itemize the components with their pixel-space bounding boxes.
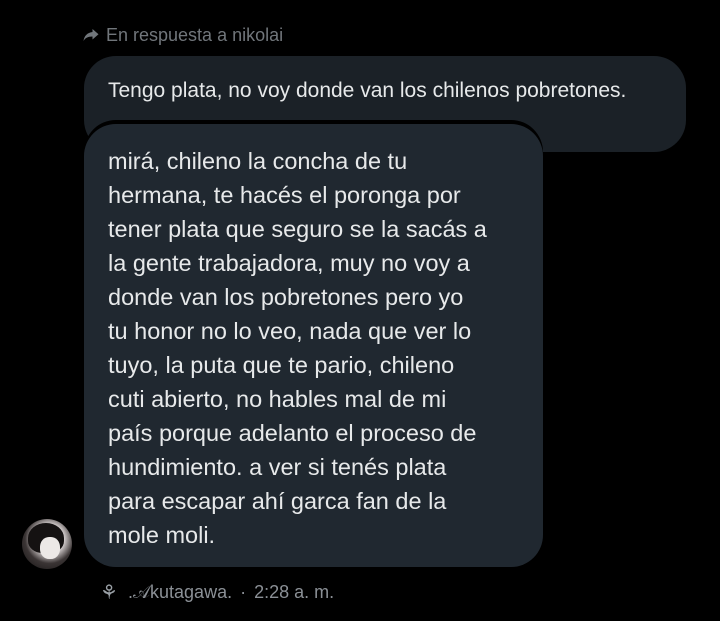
quoted-message-text: Tengo plata, no voy donde van los chilen…: [108, 79, 627, 102]
message-footer: ⚘ .𝒜kutagawa. · 2:28 a. m.: [98, 578, 334, 606]
message-line: donde van los pobretones pero yo: [108, 284, 464, 310]
avatar-face: [40, 537, 60, 559]
message-line: hundimiento. a ver si tenés plata: [108, 454, 447, 480]
avatar[interactable]: [22, 519, 72, 569]
message-line: tu honor no lo veo, nada que ver lo: [108, 318, 472, 344]
message-bubble[interactable]: mirá, chileno la concha de tu hermana, t…: [84, 124, 543, 567]
flower-icon: ⚘: [100, 581, 118, 604]
message-line: mole moli.: [108, 522, 216, 548]
message-line: cuti abierto, no hables mal de mi: [108, 386, 447, 412]
reply-context[interactable]: En respuesta a nikolai: [82, 22, 283, 48]
message-line: la gente trabajadora, muy no voy a: [108, 250, 470, 276]
message-line: hermana, te hacés el poronga por: [108, 182, 461, 208]
message-line: tener plata que seguro se la sacás a: [108, 216, 487, 242]
timestamp: 2:28 a. m.: [254, 581, 335, 602]
message-line: para escapar ahí garca fan de la: [108, 488, 447, 514]
message-line: mirá, chileno la concha de tu: [108, 148, 408, 174]
separator: ·: [240, 581, 247, 602]
author-name[interactable]: .𝒜kutagawa.: [128, 582, 232, 603]
reply-arrow-icon: [83, 29, 99, 41]
message-line: tuyo, la puta que te pario, chileno: [108, 352, 455, 378]
message-line: país porque adelanto el proceso de: [108, 420, 477, 446]
reply-context-text: En respuesta a nikolai: [106, 24, 284, 45]
